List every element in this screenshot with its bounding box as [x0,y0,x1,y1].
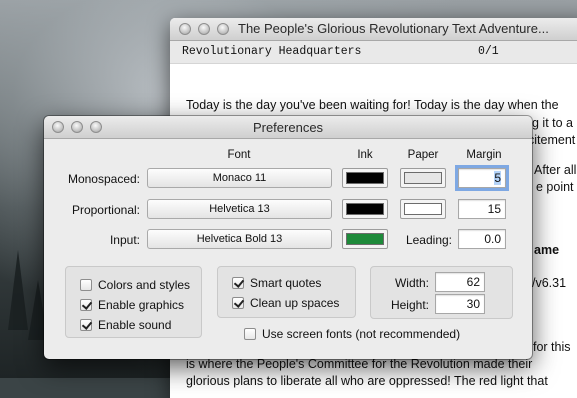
status-bar: Revolutionary Headquarters 0/1 [170,41,577,64]
checkbox-box[interactable] [80,279,92,291]
monospaced-font-button[interactable]: Monaco 11 [147,168,332,188]
story-heading-fragment: ame [534,243,560,257]
screen-fonts-checkbox[interactable]: Use screen fonts (not recommended) [244,327,460,341]
zoom-icon[interactable] [217,23,229,35]
preferences-titlebar[interactable]: Preferences [44,116,532,139]
checkbox-box[interactable] [80,319,92,331]
preferences-title: Preferences [252,120,324,135]
color-swatch [404,203,442,215]
color-swatch [346,172,384,184]
color-swatch [404,172,442,184]
proportional-font-button[interactable]: Helvetica 13 [147,199,332,219]
column-header-font: Font [227,149,251,161]
enable-sound-checkbox[interactable]: Enable sound [80,318,171,332]
story-text-fragment: /v6.31 [532,276,567,290]
height-label: Height: [390,298,429,312]
story-text-line: is where the People's Committee for the … [186,357,533,371]
checkbox-label: Colors and styles [98,278,191,292]
checkbox-label: Enable graphics [98,298,185,312]
smart-quotes-checkbox[interactable]: Smart quotes [232,276,321,290]
selected-text: 5 [494,171,501,185]
display-options-group: Colors and styles Enable graphics Enable… [65,266,202,338]
story-text-fragment: e point is [536,180,577,194]
checkbox-label: Enable sound [98,318,172,332]
close-icon[interactable] [179,23,191,35]
story-text-line: glorious plans to liberate all who are o… [186,374,548,388]
story-window-titlebar[interactable]: The People's Glorious Revolutionary Text… [170,18,577,41]
story-text-fragment: After all, [534,163,577,177]
text-options-group: Smart quotes Clean up spaces [217,266,356,318]
minimize-icon[interactable] [198,23,210,35]
input-label: Input: [109,233,140,247]
window-size-group: Width: 62 Height: 30 [370,266,513,319]
status-location: Revolutionary Headquarters [182,45,362,58]
proportional-label: Proportional: [71,203,140,217]
column-header-margin: Margin [466,149,502,161]
story-text-fragment: for this [533,340,571,354]
proportional-ink-well[interactable] [342,199,388,219]
proportional-margin-field[interactable]: 15 [458,199,506,219]
checkbox-box[interactable] [244,328,256,340]
preferences-panel[interactable]: Preferences Font Ink Paper Margin Monosp… [44,116,532,359]
color-swatch [346,233,384,245]
width-field[interactable]: 62 [435,272,485,292]
leading-label: Leading: [405,233,452,247]
colors-styles-checkbox[interactable]: Colors and styles [80,278,190,292]
proportional-paper-well[interactable] [400,199,446,219]
height-field[interactable]: 30 [435,294,485,314]
enable-graphics-checkbox[interactable]: Enable graphics [80,298,184,312]
story-text-fragment: citement [528,133,576,147]
checkbox-box[interactable] [232,277,244,289]
color-swatch [346,203,384,215]
story-window-title: The People's Glorious Revolutionary Text… [238,21,549,36]
monospaced-ink-well[interactable] [342,168,388,188]
tree-shape [8,250,28,330]
column-header-ink: Ink [357,149,373,161]
story-text-line: Today is the day you've been waiting for… [186,98,559,112]
column-header-paper: Paper [407,149,439,161]
checkbox-label: Use screen fonts (not recommended) [262,327,461,341]
story-text-fragment: g it to a [532,116,573,130]
monospaced-margin-field[interactable]: 5 [458,168,506,188]
input-font-button[interactable]: Helvetica Bold 13 [147,229,332,249]
leading-field[interactable]: 0.0 [458,229,506,249]
monospaced-paper-well[interactable] [400,168,446,188]
clean-up-spaces-checkbox[interactable]: Clean up spaces [232,296,339,310]
width-label: Width: [394,276,429,290]
checkbox-label: Clean up spaces [250,296,340,310]
monospaced-label: Monospaced: [67,172,140,186]
input-ink-well[interactable] [342,229,388,249]
status-score: 0/1 [478,45,499,58]
checkbox-box[interactable] [80,299,92,311]
checkbox-label: Smart quotes [250,276,322,290]
checkbox-box[interactable] [232,297,244,309]
